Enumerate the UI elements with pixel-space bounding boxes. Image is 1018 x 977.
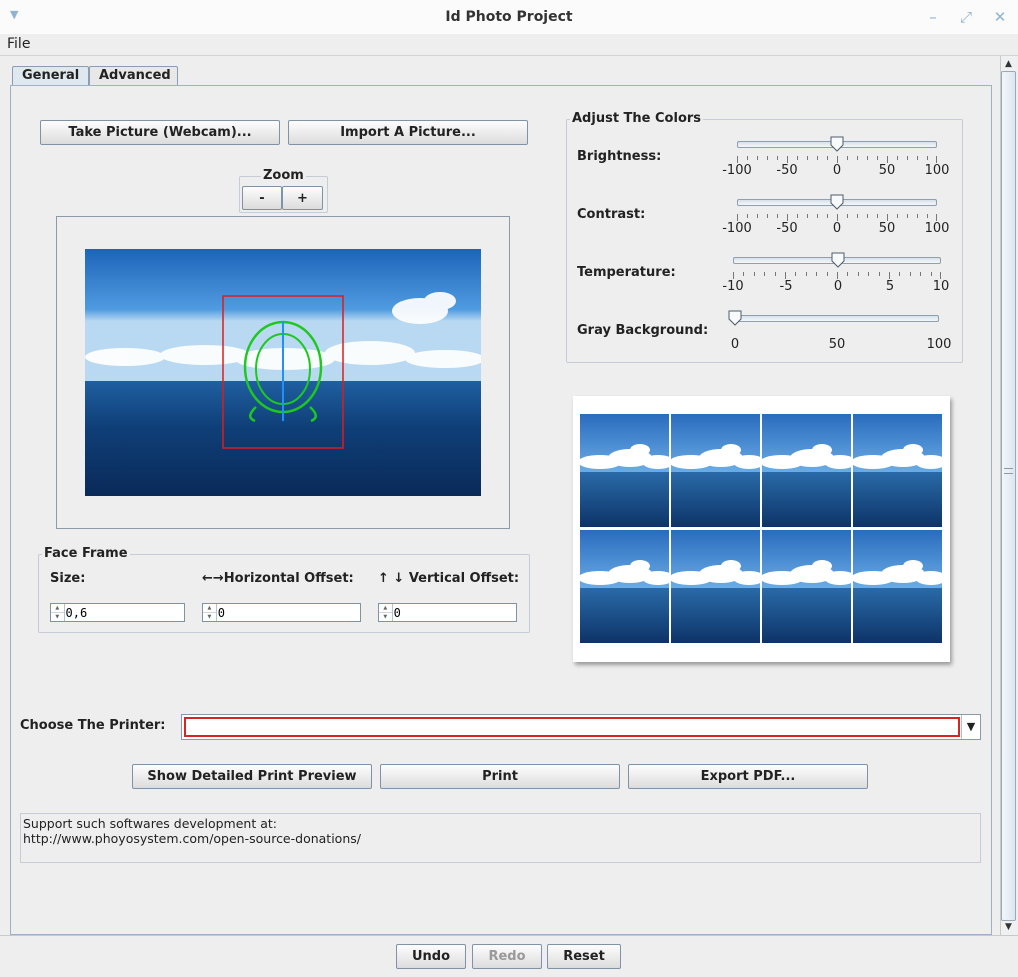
minimize-icon[interactable]: – bbox=[924, 8, 942, 26]
gray-background-slider[interactable]: 0 50 100 bbox=[720, 310, 956, 356]
spin-up-icon[interactable]: ▲ bbox=[379, 604, 392, 613]
brightness-slider[interactable]: -100 -50 0 50 100 bbox=[720, 136, 956, 182]
tick-label: 10 bbox=[932, 279, 950, 294]
export-pdf-button[interactable]: Export PDF... bbox=[628, 764, 868, 789]
tick-label: -100 bbox=[722, 221, 752, 236]
menu-bar bbox=[0, 34, 1018, 56]
spin-down-icon[interactable]: ▼ bbox=[51, 613, 64, 621]
scroll-down-icon[interactable]: ▼ bbox=[1001, 920, 1016, 934]
print-preview-thumbnails bbox=[580, 414, 942, 643]
vertical-offset-spinner[interactable]: ▲ ▼ bbox=[378, 603, 517, 622]
tick-label: 5 bbox=[885, 279, 895, 294]
menu-file[interactable]: File bbox=[7, 36, 30, 52]
scrollbar-thumb[interactable] bbox=[1001, 71, 1016, 921]
undo-button[interactable]: Undo bbox=[396, 944, 466, 969]
size-input[interactable] bbox=[64, 604, 184, 621]
zoom-out-button[interactable]: - bbox=[242, 186, 282, 210]
tick-label: -10 bbox=[722, 279, 744, 294]
temperature-slider[interactable]: -10 -5 0 5 10 bbox=[720, 252, 956, 298]
gray-background-label: Gray Background: bbox=[577, 323, 709, 338]
vertical-offset-input[interactable] bbox=[392, 604, 516, 621]
tab-advanced[interactable]: Advanced bbox=[89, 66, 178, 86]
support-text: Support such softwares development at: h… bbox=[20, 813, 981, 863]
printer-select-field[interactable] bbox=[184, 717, 960, 737]
face-frame-title: Face Frame bbox=[42, 546, 130, 561]
tick-label: 50 bbox=[878, 221, 896, 236]
tick-label: 100 bbox=[926, 337, 952, 352]
tick-label: -100 bbox=[722, 163, 752, 178]
tick-label: 50 bbox=[828, 337, 846, 352]
slider-thumb-icon[interactable] bbox=[728, 310, 742, 326]
chevron-down-icon[interactable]: ▼ bbox=[961, 715, 980, 739]
horizontal-offset-spinner[interactable]: ▲ ▼ bbox=[202, 603, 361, 622]
tick-label: 0 bbox=[832, 221, 842, 236]
printer-select[interactable]: ▼ bbox=[181, 714, 981, 740]
take-picture-button[interactable]: Take Picture (Webcam)... bbox=[40, 120, 280, 145]
printer-label: Choose The Printer: bbox=[20, 718, 166, 733]
print-button[interactable]: Print bbox=[380, 764, 620, 789]
adjust-colors-title: Adjust The Colors bbox=[570, 111, 704, 126]
tick-label: -50 bbox=[776, 163, 798, 178]
spin-down-icon[interactable]: ▼ bbox=[379, 613, 392, 621]
brightness-label: Brightness: bbox=[577, 149, 662, 164]
size-label: Size: bbox=[50, 571, 86, 586]
tick-label: 50 bbox=[878, 163, 896, 178]
spin-up-icon[interactable]: ▲ bbox=[203, 604, 216, 613]
horizontal-offset-label: ←→Horizontal Offset: bbox=[202, 571, 354, 586]
size-spinner[interactable]: ▲ ▼ bbox=[50, 603, 185, 622]
reset-button[interactable]: Reset bbox=[547, 944, 621, 969]
show-print-preview-button[interactable]: Show Detailed Print Preview bbox=[132, 764, 372, 789]
tick-label: 0 bbox=[730, 337, 740, 352]
redo-button[interactable]: Redo bbox=[472, 944, 542, 969]
window-title: Id Photo Project bbox=[445, 9, 573, 25]
zoom-title: Zoom bbox=[261, 168, 306, 183]
tab-general[interactable]: General bbox=[12, 66, 89, 86]
photo-image[interactable] bbox=[85, 249, 481, 496]
spin-up-icon[interactable]: ▲ bbox=[51, 604, 64, 613]
slider-thumb-icon[interactable] bbox=[831, 252, 845, 268]
horizontal-offset-input[interactable] bbox=[216, 604, 360, 621]
close-icon[interactable]: ✕ bbox=[991, 8, 1009, 26]
contrast-slider[interactable]: -100 -50 0 50 100 bbox=[720, 194, 956, 240]
grip-icon bbox=[1004, 468, 1013, 474]
tick-label: 0 bbox=[832, 163, 842, 178]
vertical-offset-label: ↑ ↓ Vertical Offset: bbox=[378, 571, 520, 586]
temperature-label: Temperature: bbox=[577, 265, 676, 280]
tick-label: 100 bbox=[924, 163, 950, 178]
contrast-label: Contrast: bbox=[577, 207, 646, 222]
import-picture-button[interactable]: Import A Picture... bbox=[288, 120, 528, 145]
slider-thumb-icon[interactable] bbox=[830, 136, 844, 152]
zoom-in-button[interactable]: + bbox=[282, 186, 323, 210]
spin-down-icon[interactable]: ▼ bbox=[203, 613, 216, 621]
tick-label: -5 bbox=[779, 279, 793, 294]
tick-label: 0 bbox=[833, 279, 843, 294]
tick-label: -50 bbox=[776, 221, 798, 236]
slider-thumb-icon[interactable] bbox=[830, 194, 844, 210]
maximize-icon[interactable]: ⤢ bbox=[957, 8, 975, 26]
scroll-up-icon[interactable]: ▲ bbox=[1001, 57, 1016, 71]
tick-label: 100 bbox=[924, 221, 950, 236]
